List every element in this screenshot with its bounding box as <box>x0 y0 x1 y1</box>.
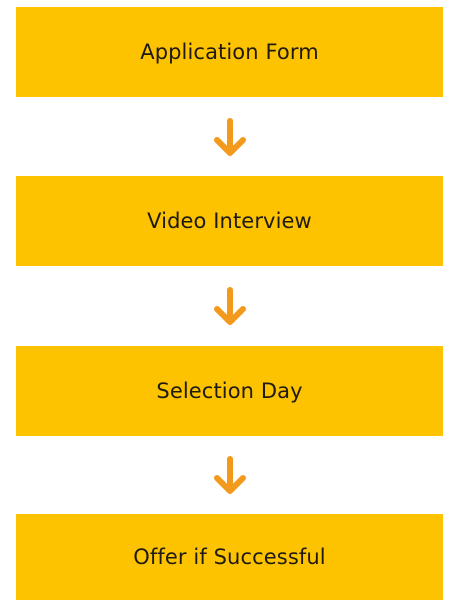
step-application-form: Application Form <box>16 7 443 97</box>
step-label: Offer if Successful <box>133 545 326 569</box>
arrow-down-icon <box>206 283 254 331</box>
step-video-interview: Video Interview <box>16 176 443 266</box>
step-label: Application Form <box>140 40 319 64</box>
arrow-down-icon <box>206 452 254 500</box>
step-label: Video Interview <box>147 209 312 233</box>
step-selection-day: Selection Day <box>16 346 443 436</box>
step-label: Selection Day <box>156 379 303 403</box>
step-offer-if-successful: Offer if Successful <box>16 514 443 600</box>
arrow-down-icon <box>206 114 254 162</box>
process-flow-diagram: Application Form Video Interview Selecti… <box>0 0 466 600</box>
